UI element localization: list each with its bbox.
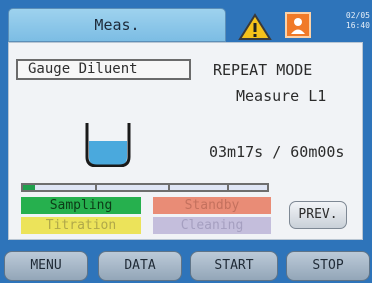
- progress-bar: [21, 183, 269, 192]
- datetime: 02/05 16:40: [326, 11, 370, 31]
- main-panel: Gauge Diluent REPEAT MODE Measure L1 03m…: [8, 42, 363, 240]
- measure-text: Measure L1: [236, 87, 327, 105]
- time-text: 16:40: [345, 21, 370, 30]
- progress-divider: [95, 183, 97, 192]
- status-titration: Titration: [21, 217, 141, 234]
- prev-button[interactable]: PREV.: [289, 201, 347, 229]
- stop-button[interactable]: STOP: [286, 251, 370, 281]
- warning-icon[interactable]: [238, 13, 272, 41]
- progress-divider: [168, 183, 170, 192]
- gauge-label[interactable]: Gauge Diluent: [16, 59, 191, 80]
- progress-fill: [23, 185, 36, 190]
- status-cleaning: Cleaning: [153, 217, 271, 234]
- progress-divider: [227, 183, 229, 192]
- mode-text: REPEAT MODE: [213, 61, 313, 79]
- tab-meas[interactable]: Meas.: [8, 8, 226, 42]
- measurement-screen: Meas. 02/05 16:40 Gauge Diluent REPEAT M…: [0, 0, 372, 283]
- menu-button[interactable]: MENU: [4, 251, 88, 281]
- user-icon[interactable]: [285, 12, 311, 38]
- beaker-icon: [85, 123, 131, 167]
- data-button[interactable]: DATA: [98, 251, 182, 281]
- status-sampling: Sampling: [21, 197, 141, 214]
- status-standby: Standby: [153, 197, 271, 214]
- start-button[interactable]: START: [190, 251, 278, 281]
- date-text: 02/05: [345, 11, 370, 20]
- timer-text: 03m17s / 60m00s: [209, 143, 345, 161]
